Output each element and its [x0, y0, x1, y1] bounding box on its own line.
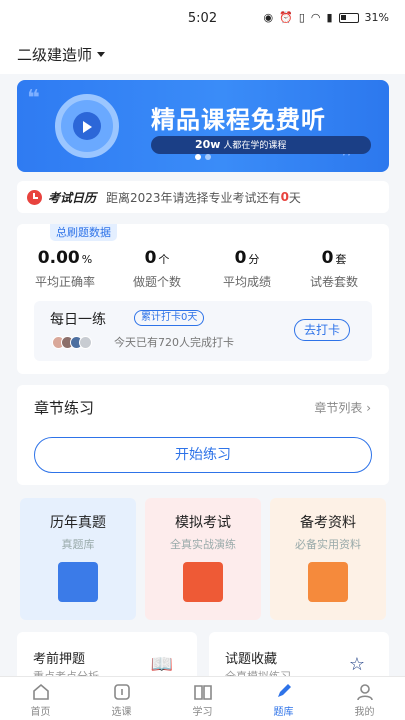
exam-calendar[interactable]: 考试日历 距离2023年请选择专业考试还有 0 天	[17, 181, 389, 213]
home-icon	[0, 677, 81, 701]
pagination-dot	[205, 154, 211, 160]
signal-icon: ▮	[326, 11, 333, 24]
calendar-days: 0	[280, 190, 289, 204]
battery-percent: 31%	[364, 11, 389, 24]
study-icon	[162, 677, 243, 701]
exam-name: 二级建造师	[17, 46, 93, 64]
tab-question-bank[interactable]: 题库	[243, 677, 324, 720]
stat-questions: 0个 做题个数	[132, 248, 181, 289]
chapter-practice: 章节练习 章节列表 › 开始练习	[17, 385, 389, 485]
stat-accuracy: 0.00% 平均正确率	[34, 248, 95, 289]
status-icons: ◉ ⏰ ▯ ◠ ▮ 31%	[264, 11, 390, 24]
tab-courses[interactable]: 选课	[81, 677, 162, 720]
play-icon	[83, 121, 92, 133]
feature-cards: 历年真题 真题库 模拟考试 全真实战演练 备考资料 必备实用资料	[20, 498, 386, 620]
calendar-label: 考试日历	[48, 190, 97, 205]
book-icon: 📖	[150, 654, 173, 675]
daily-title: 每日一练	[50, 312, 106, 328]
wifi-icon: ◠	[310, 11, 321, 24]
stat-papers: 0套 试卷套数	[309, 248, 358, 289]
calendar-unit: 天	[288, 190, 301, 205]
tab-home[interactable]: 首页	[0, 677, 81, 720]
card-study-materials[interactable]: 备考资料 必备实用资料	[270, 498, 386, 620]
banner-pagination	[195, 154, 211, 160]
card-favorites[interactable]: 试题收藏 全真模拟练习 ☆	[209, 632, 389, 676]
alarm-icon: ⏰	[279, 11, 293, 24]
stats-tag: 总刷题数据	[50, 224, 117, 241]
chapter-list-link[interactable]: 章节列表 ›	[314, 399, 371, 416]
course-icon	[81, 677, 162, 701]
calendar-text: 距离2023年请选择专业考试还有	[106, 190, 281, 205]
avatar	[79, 336, 92, 349]
star-icon: ☆	[348, 654, 365, 675]
folder-icon	[308, 562, 348, 602]
profile-icon	[324, 677, 405, 701]
secondary-cards: 考前押题 重点考点分析 📖 试题收藏 全真模拟练习 ☆	[17, 632, 389, 676]
card-mock-exam[interactable]: 模拟考试 全真实战演练	[145, 498, 261, 620]
document-icon	[58, 562, 98, 602]
checkin-badge: 累计打卡0天	[134, 310, 205, 326]
vibrate-icon: ▯	[298, 11, 305, 24]
stats-panel: 总刷题数据 0.00% 平均正确率 0个 做题个数 0分 平均成绩 0套 试卷套…	[17, 224, 389, 374]
daily-practice: 每日一练 累计打卡0天 今天已有720人完成打卡 去打卡	[34, 301, 372, 361]
quote-icon: ❝	[27, 86, 40, 111]
banner-title: 精品课程免费听	[151, 106, 326, 134]
checkin-count: 今天已有720人完成打卡	[114, 336, 234, 349]
tab-study[interactable]: 学习	[162, 677, 243, 720]
clock-icon	[27, 189, 42, 205]
stat-score: 0分 平均成绩	[222, 248, 271, 289]
start-practice-button[interactable]: 开始练习	[34, 437, 372, 473]
checkin-button[interactable]: 去打卡	[294, 319, 350, 341]
pagination-dot	[195, 154, 201, 160]
tab-profile[interactable]: 我的	[324, 677, 405, 720]
chapter-title: 章节练习	[34, 399, 95, 417]
card-predicted-questions[interactable]: 考前押题 重点考点分析 📖	[17, 632, 197, 676]
battery-icon	[338, 12, 359, 23]
tab-bar: 首页 选课 学习 题库 我的	[0, 676, 405, 720]
exam-selector[interactable]: 二级建造师	[17, 44, 106, 65]
card-past-exams[interactable]: 历年真题 真题库	[20, 498, 136, 620]
avatar-group	[52, 336, 92, 349]
top-bar: 二级建造师	[0, 38, 405, 74]
question-bank-icon	[243, 677, 324, 701]
eye-icon: ◉	[263, 11, 274, 24]
status-bar: 5:02 ◉ ⏰ ▯ ◠ ▮ 31%	[0, 0, 405, 38]
caret-down-icon	[97, 52, 106, 57]
banner-subtitle: 20w 人都在学的课程	[151, 136, 371, 154]
exam-icon	[183, 562, 223, 602]
